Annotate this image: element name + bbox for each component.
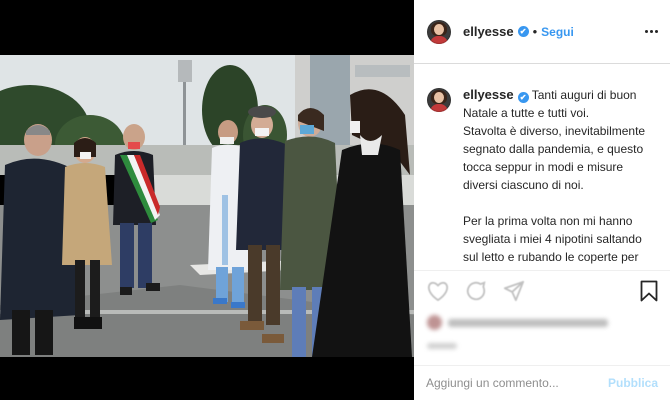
verified-icon: ✔: [517, 92, 529, 103]
bookmark-icon[interactable]: [640, 280, 658, 302]
caption-paragraph-2: Per la prima volta non mi hanno svegliat…: [463, 214, 644, 270]
verified-icon: ✔: [517, 26, 529, 37]
caption-username-link[interactable]: ellyesse: [463, 87, 514, 102]
caption-avatar[interactable]: [427, 88, 451, 112]
publish-button[interactable]: Pubblica: [608, 376, 658, 390]
actions-bar: [414, 270, 670, 310]
comment-icon[interactable]: [464, 279, 488, 303]
post-media: [0, 0, 414, 400]
username-link[interactable]: ellyesse: [463, 24, 514, 39]
post-timestamp: [427, 343, 457, 349]
avatar[interactable]: [427, 19, 451, 44]
likes-row: [427, 315, 608, 330]
comment-bar: Pubblica: [414, 365, 670, 400]
more-horizontal-icon[interactable]: [645, 24, 658, 39]
post-header: ellyesse ✔ • Segui: [414, 0, 670, 64]
post-sidebar: ellyesse ✔ • Segui ellyesse ✔ Tanti augur…: [414, 0, 670, 400]
post-photo[interactable]: [0, 55, 414, 357]
comment-input[interactable]: [426, 376, 606, 390]
separator-dot: •: [532, 24, 538, 39]
share-icon[interactable]: [502, 279, 526, 303]
caption-text: ellyesse ✔ Tanti auguri di buon Natale a …: [463, 86, 660, 270]
post-caption: ellyesse ✔ Tanti auguri di buon Natale a …: [414, 65, 670, 270]
heart-icon[interactable]: [426, 279, 450, 303]
follow-button[interactable]: Segui: [541, 25, 574, 39]
caption-paragraph-1: Stavolta è diverso, inevitabilmente segn…: [463, 124, 646, 192]
